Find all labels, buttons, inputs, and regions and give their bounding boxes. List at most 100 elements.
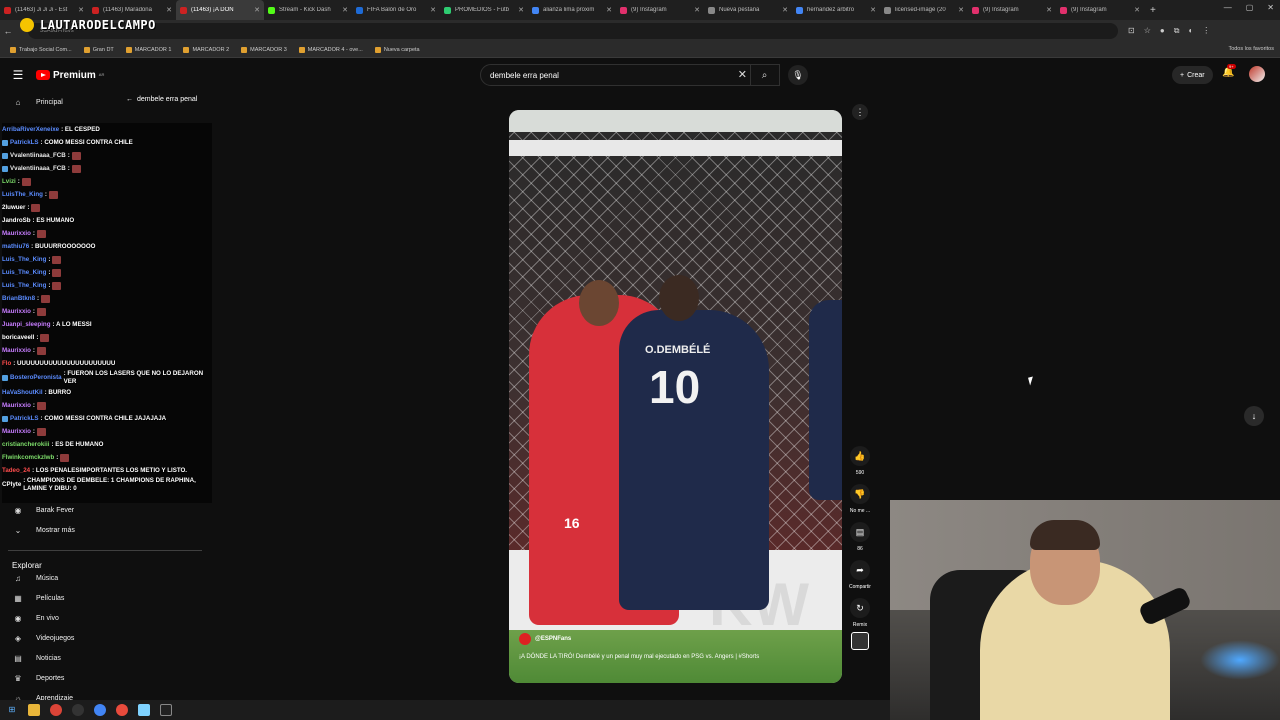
next-short-arrow-down-icon[interactable]: ↓: [1244, 406, 1264, 426]
tab-close-icon[interactable]: ✕: [606, 6, 612, 14]
tab-close-icon[interactable]: ✕: [1046, 6, 1052, 14]
bookmark-item[interactable]: MARCADOR 4 - ove...: [298, 46, 363, 53]
bookmark-item[interactable]: Nueva carpeta: [374, 46, 420, 53]
bookmark-item[interactable]: MARCADOR 1: [125, 46, 171, 53]
sidebar-item[interactable]: ◉ En vivo: [0, 608, 210, 628]
chat-text: : COMO MESSI CONTRA CHILE JAJAJAJA: [40, 415, 167, 422]
dislike-button[interactable]: 👎 No me ...: [845, 484, 875, 514]
chrome-profile-icon[interactable]: [94, 704, 106, 716]
avatar[interactable]: [1249, 66, 1265, 82]
search-button[interactable]: ⌕: [750, 64, 778, 86]
browser-tab[interactable]: hernandez arbitro ✕: [792, 0, 880, 20]
menu-dots-icon[interactable]: ⋮: [1202, 26, 1210, 36]
browser-tab[interactable]: Stream - Kick Dash ✕: [264, 0, 352, 20]
chat-message: ArribaRiverXeneixe: EL CESPED: [2, 123, 212, 136]
minimize-icon[interactable]: —: [1224, 3, 1232, 12]
chat-message: 2luwuer:: [2, 201, 212, 214]
tab-close-icon[interactable]: ✕: [518, 6, 524, 14]
tab-close-icon[interactable]: ✕: [694, 6, 700, 14]
tab-close-icon[interactable]: ✕: [166, 6, 172, 14]
chat-message: Luis_The_King:: [2, 279, 212, 292]
browser-tab[interactable]: Nueva pestaña ✕: [704, 0, 792, 20]
bookmark-icon: [374, 46, 381, 53]
notepad-icon[interactable]: [138, 704, 150, 716]
browser-tab[interactable]: PROMEDIOS - Fútb ✕: [440, 0, 528, 20]
more-options-icon[interactable]: ⋮: [852, 104, 868, 120]
browser-tab[interactable]: (9) Instagram ✕: [616, 0, 704, 20]
video-title[interactable]: ¡A DÓNDE LA TIRÓ! Dembélé y un penal muy…: [519, 653, 779, 662]
browser-tab[interactable]: FIFA Balón de Oro ✕: [352, 0, 440, 20]
hamburger-menu-icon[interactable]: ☰: [0, 68, 36, 82]
like-button[interactable]: 👍 590: [845, 446, 875, 476]
bookmarks-bar: Trabajo Social Com... Gran DT MARCADOR 1 MA…: [0, 42, 1280, 58]
browser-tab[interactable]: licensed-image (20 ✕: [880, 0, 968, 20]
url-field[interactable]: 3dA9dI-huvs: [28, 23, 1118, 39]
bookmark-item[interactable]: Gran DT: [83, 46, 114, 53]
bookmark-item[interactable]: Trabajo Social Com...: [10, 46, 72, 53]
tab-close-icon[interactable]: ✕: [78, 6, 84, 14]
share-button[interactable]: ➦ Compartir: [845, 560, 875, 590]
extension-icon[interactable]: ●: [1160, 26, 1165, 36]
bookmark-item[interactable]: MARCADOR 3: [241, 46, 287, 53]
chat-message: PatrickLS: COMO MESSI CONTRA CHILE JAJAJ…: [2, 412, 212, 425]
browser-tab[interactable]: (9) Instagram ✕: [1056, 0, 1144, 20]
tab-close-icon[interactable]: ✕: [870, 6, 876, 14]
browser-tab[interactable]: (11463) Maradona ✕: [88, 0, 176, 20]
bookmark-item[interactable]: MARCADOR 2: [183, 46, 229, 53]
profile-icon[interactable]: ◐: [1188, 26, 1193, 36]
browser-tab[interactable]: (9) Instagram ✕: [968, 0, 1056, 20]
obs-icon[interactable]: [72, 704, 84, 716]
browser-tab[interactable]: (11463) Ji Ji Ji - Est ✕: [0, 0, 88, 20]
puzzle-icon[interactable]: ⧉: [1174, 26, 1180, 36]
tab-close-icon[interactable]: ✕: [958, 6, 964, 14]
file-explorer-icon[interactable]: [28, 704, 40, 716]
new-tab-plus-icon[interactable]: +: [1144, 5, 1162, 16]
chat-text: : FUERON LOS LASERS QUE NO LO DEJARON VE…: [63, 370, 204, 385]
remix-button[interactable]: ↻ Remix: [845, 598, 875, 650]
chat-badge-icon: [2, 139, 8, 146]
tab-close-icon[interactable]: ✕: [254, 6, 260, 14]
browser-tab[interactable]: alianza lima proxim ✕: [528, 0, 616, 20]
comments-button[interactable]: ▤ 86: [845, 522, 875, 552]
tab-close-icon[interactable]: ✕: [1134, 6, 1140, 14]
back-arrow-icon[interactable]: ←: [0, 26, 16, 36]
sidebar-item[interactable]: ▦ Películas: [0, 588, 210, 608]
tab-close-icon[interactable]: ✕: [782, 6, 788, 14]
clear-search-icon[interactable]: ✕: [738, 68, 747, 81]
search-input[interactable]: dembele erra penal ✕: [480, 64, 780, 86]
voice-search-button[interactable]: 🎙: [788, 65, 808, 85]
chrome-icon[interactable]: [50, 704, 62, 716]
sidebar-item[interactable]: ◈ Videojuegos: [0, 628, 210, 648]
install-icon[interactable]: ⊡: [1128, 26, 1135, 36]
channel-link[interactable]: @ESPNFans: [519, 633, 571, 645]
close-window-icon[interactable]: ✕: [1267, 3, 1274, 12]
notifications-button[interactable]: 🔔 9+: [1222, 64, 1236, 78]
home-icon: ⌂: [15, 97, 21, 107]
chat-message: Vvalentiinaaa_FCB:: [2, 149, 212, 162]
chat-username: Tadeo_24: [2, 467, 31, 474]
terminal-icon[interactable]: [160, 704, 172, 716]
shorts-video-player[interactable]: KW 16 O.DEMBÉLÉ 10 @ESPNFans ¡A DÓNDE LA…: [509, 110, 842, 683]
tab-close-icon[interactable]: ✕: [430, 6, 436, 14]
sidebar-item[interactable]: ▤ Noticias: [0, 648, 210, 668]
star-icon[interactable]: ☆: [1144, 26, 1151, 36]
back-to-search-button[interactable]: ← dembele erra penal: [126, 96, 197, 103]
chat-text: :: [48, 282, 51, 289]
app-icon[interactable]: [116, 704, 128, 716]
browser-tab[interactable]: (11463) ¡A DÓN ✕: [176, 0, 264, 20]
windows-start-icon[interactable]: ⊞: [6, 704, 18, 716]
sidebar-item[interactable]: ◉ Barak Fever: [0, 500, 210, 520]
sidebar-item[interactable]: ♫ Música: [0, 568, 210, 588]
all-bookmarks-link[interactable]: Todos los favoritos: [1228, 46, 1274, 52]
sidebar-item[interactable]: ♛ Deportes: [0, 668, 210, 688]
tab-close-icon[interactable]: ✕: [342, 6, 348, 14]
create-button[interactable]: + Crear: [1172, 66, 1213, 84]
chat-username: PatrickLS: [10, 415, 39, 422]
microphone-icon: 🎙: [792, 69, 804, 80]
goal-crossbar: [509, 140, 842, 156]
share-label: Compartir: [849, 584, 871, 590]
maximize-icon[interactable]: ▢: [1246, 3, 1254, 12]
sidebar-item[interactable]: ⌄ Mostrar más: [0, 520, 210, 540]
sound-thumbnail[interactable]: [851, 632, 869, 650]
youtube-logo[interactable]: Premium AR: [36, 70, 104, 81]
